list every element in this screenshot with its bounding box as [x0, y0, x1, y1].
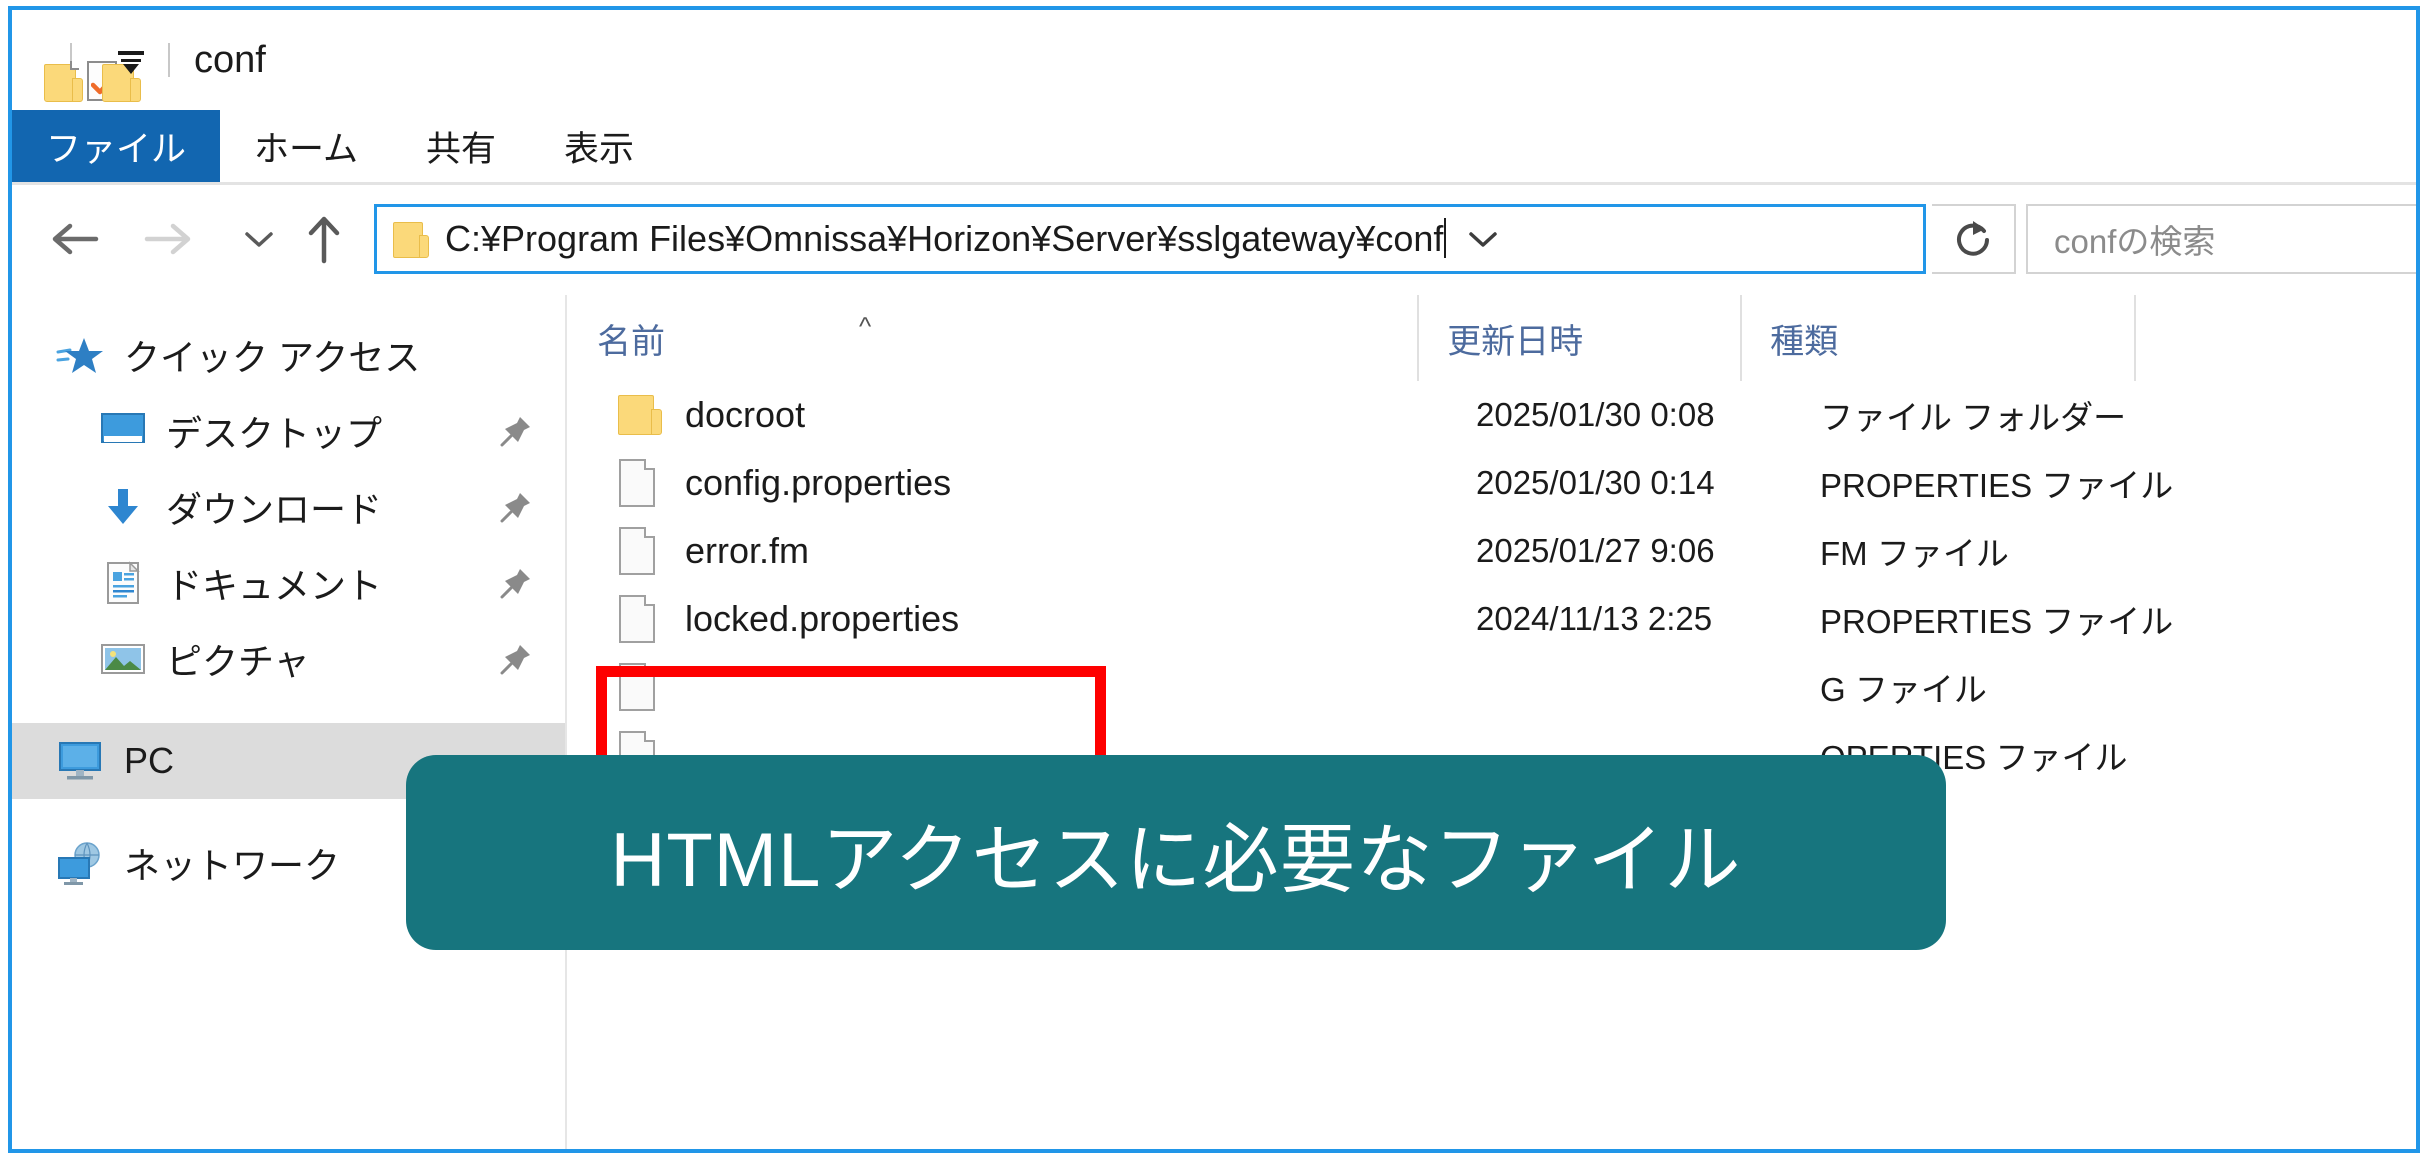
navigation-bar: C:¥Program Files¥Omnissa¥Horizon¥Server¥… — [12, 185, 2416, 295]
quick-access-star-icon — [54, 332, 108, 378]
back-arrow-icon — [52, 223, 99, 255]
pin-icon[interactable] — [499, 490, 533, 524]
sidebar-item-downloads[interactable]: ダウンロード — [12, 469, 565, 545]
file-icon — [617, 457, 665, 509]
address-dropdown-button[interactable] — [1446, 207, 1520, 271]
file-date: 2025/01/30 0:08 — [1476, 396, 1715, 433]
window-title: conf — [194, 38, 266, 81]
recent-locations-button[interactable] — [227, 207, 291, 271]
tab-home[interactable]: ホーム — [220, 110, 392, 182]
folder-icon — [617, 389, 665, 441]
sidebar-item-quick-access[interactable]: クイック アクセス — [12, 317, 565, 393]
search-input[interactable]: confの検索 — [2054, 215, 2215, 263]
column-header-type[interactable]: 種類 — [1740, 295, 2134, 381]
table-row[interactable]: docroot 2025/01/30 0:08 ファイル フォルダー — [569, 381, 2416, 449]
sidebar-item-label: ダウンロード — [166, 489, 383, 530]
file-list-pane: 名前 ^ 更新日時 種類 docroot 2025/01/30 0:08 ファイ… — [569, 295, 2416, 1149]
sort-ascending-icon: ^ — [859, 311, 872, 341]
sidebar-item-pictures[interactable]: ピクチャ — [12, 621, 565, 697]
sidebar-item-label: PC — [124, 740, 175, 781]
table-row[interactable]: G ファイル — [569, 653, 2416, 721]
column-header-label: 名前 — [597, 322, 665, 361]
column-header-label: 更新日時 — [1447, 322, 1584, 361]
sidebar-item-label: ピクチャ — [166, 641, 310, 682]
table-row[interactable]: locked.properties 2024/11/13 2:25 PROPER… — [569, 585, 2416, 653]
ribbon-tab-bar: ファイル ホーム 共有 表示 — [12, 110, 2416, 182]
file-date: 2025/01/27 9:06 — [1476, 532, 1715, 569]
file-name: locked.properties — [685, 598, 960, 639]
sidebar-item-label: ドキュメント — [166, 565, 383, 606]
sidebar-item-documents[interactable]: ドキュメント — [12, 545, 565, 621]
chevron-down-icon — [245, 232, 273, 247]
pin-icon[interactable] — [499, 414, 533, 448]
column-header-date[interactable]: 更新日時 — [1417, 295, 1740, 381]
up-arrow-icon — [308, 216, 340, 264]
pin-icon[interactable] — [499, 566, 533, 600]
sidebar-item-label: デスクトップ — [166, 413, 383, 454]
file-date: 2025/01/30 0:14 — [1476, 464, 1715, 501]
documents-icon — [96, 560, 150, 606]
table-row[interactable]: error.fm 2025/01/27 9:06 FM ファイル — [569, 517, 2416, 585]
forward-button — [137, 207, 201, 271]
file-type: ファイル フォルダー — [1820, 399, 2127, 436]
search-box[interactable]: confの検索 — [2026, 204, 2416, 274]
back-button[interactable] — [42, 207, 106, 271]
title-bar: conf — [12, 10, 2416, 110]
address-path-text: C:¥Program Files¥Omnissa¥Horizon¥Server¥… — [445, 218, 1447, 260]
sidebar-item-desktop[interactable]: デスクトップ — [12, 393, 565, 469]
annotation-callout: HTMLアクセスに必要なファイル — [406, 755, 1946, 950]
column-header-name[interactable]: 名前 ^ — [569, 295, 1417, 381]
customize-dropdown-icon[interactable] — [114, 40, 148, 80]
tab-share[interactable]: 共有 — [392, 110, 530, 182]
column-header-row: 名前 ^ 更新日時 種類 — [569, 295, 2416, 381]
pane-divider[interactable] — [565, 295, 567, 1149]
toolbar-divider-2 — [168, 43, 170, 77]
sidebar-item-label: ネットワーク — [124, 845, 341, 886]
file-icon — [617, 661, 665, 713]
up-one-level-button[interactable] — [292, 207, 356, 271]
navigation-pane: クイック アクセス デスクトップ ダウンロード ドキュメント ピクチャ PC ネ… — [12, 295, 565, 1149]
forward-arrow-icon — [144, 223, 191, 255]
refresh-button[interactable] — [1932, 204, 2016, 274]
file-type: FM ファイル — [1820, 535, 2009, 572]
file-type: PROPERTIES ファイル — [1820, 467, 2174, 504]
pictures-icon — [96, 636, 150, 682]
file-type: PROPERTIES ファイル — [1820, 603, 2174, 640]
sidebar-item-label: クイック アクセス — [124, 337, 421, 378]
address-folder-icon — [391, 219, 431, 259]
file-date: 2024/11/13 2:25 — [1476, 600, 1713, 637]
pin-icon[interactable] — [499, 642, 533, 676]
address-bar[interactable]: C:¥Program Files¥Omnissa¥Horizon¥Server¥… — [374, 204, 1926, 274]
table-row[interactable]: config.properties 2025/01/30 0:14 PROPER… — [569, 449, 2416, 517]
downloads-icon — [96, 484, 150, 530]
desktop-icon — [96, 408, 150, 454]
file-icon — [617, 525, 665, 577]
address-input[interactable]: C:¥Program Files¥Omnissa¥Horizon¥Server¥… — [445, 218, 1443, 259]
annotation-callout-text: HTMLアクセスに必要なファイル — [610, 817, 1742, 903]
file-name: config.properties — [685, 462, 952, 503]
file-explorer-window: conf ファイル ホーム 共有 表示 C:¥Program Files¥Omn… — [8, 6, 2420, 1153]
file-type: G ファイル — [1820, 671, 1987, 708]
file-icon — [617, 593, 665, 645]
file-name: error.fm — [685, 530, 810, 571]
column-header-label: 種類 — [1770, 322, 1839, 361]
file-name: docroot — [685, 394, 806, 435]
chevron-down-icon — [1469, 232, 1498, 247]
tab-file[interactable]: ファイル — [12, 110, 221, 182]
refresh-icon — [1957, 221, 1989, 256]
network-icon — [54, 840, 108, 886]
tab-view[interactable]: 表示 — [530, 110, 668, 182]
column-header-spacer — [2134, 295, 2416, 381]
this-pc-icon — [54, 738, 108, 784]
